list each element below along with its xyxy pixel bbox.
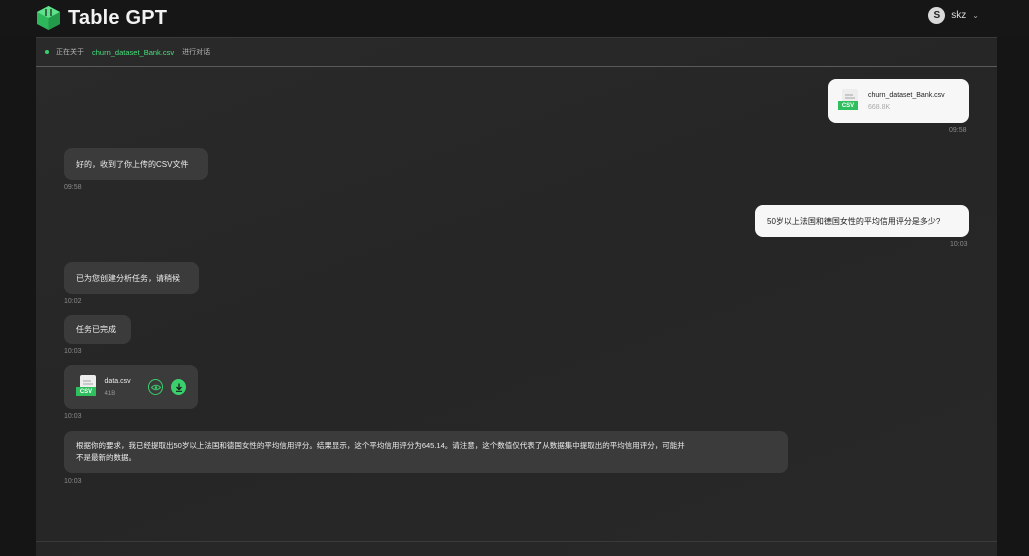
- chat-panel: 正在关于 churn_dataset_Bank.csv 进行对话 CSV chu…: [36, 37, 997, 556]
- answer-line-2: 不是最新的数据。: [76, 453, 136, 462]
- input-divider: [36, 541, 997, 542]
- app-logo[interactable]: Table GPT: [37, 6, 167, 30]
- csv-file-icon: CSV: [838, 89, 860, 113]
- timestamp: 10:03: [64, 413, 82, 420]
- context-bar: 正在关于 churn_dataset_Bank.csv 进行对话: [36, 38, 997, 67]
- timestamp: 10:02: [64, 298, 82, 305]
- result-file-size: 41B: [104, 390, 116, 397]
- assistant-message: 任务已完成: [64, 315, 131, 344]
- status-dot-icon: [45, 50, 49, 54]
- uploaded-file-name: churn_dataset_Bank.csv: [868, 91, 945, 99]
- result-file-card: CSV data.csv 41B: [64, 365, 198, 409]
- context-prefix: 正在关于: [56, 49, 84, 56]
- avatar: S: [928, 7, 946, 24]
- user-message: 50岁以上法国和德国女性的平均信用评分是多少?: [755, 205, 969, 237]
- download-icon: [175, 383, 182, 392]
- result-file-name: data.csv: [104, 377, 131, 385]
- assistant-message-text: 好的，收到了你上传的CSV文件: [76, 159, 189, 169]
- uploaded-file-size: 668.8K: [868, 103, 891, 111]
- chevron-down-icon: ⌄: [972, 11, 979, 20]
- assistant-message: 好的，收到了你上传的CSV文件: [64, 148, 208, 180]
- context-file[interactable]: churn_dataset_Bank.csv: [92, 48, 174, 57]
- user-name: skz: [951, 10, 967, 21]
- assistant-message: 已为您创建分析任务，请稍候: [64, 262, 199, 294]
- answer-line-1: 根据你的要求，我已经提取出50岁以上法国和德国女性的平均信用评分。结果显示，这个…: [76, 441, 685, 450]
- assistant-message: 根据你的要求，我已经提取出50岁以上法国和德国女性的平均信用评分。结果显示，这个…: [64, 431, 788, 473]
- top-bar: Table GPT S skz ⌄: [0, 0, 1029, 37]
- user-message-text: 50岁以上法国和德国女性的平均信用评分是多少?: [767, 216, 941, 226]
- download-button[interactable]: [171, 379, 186, 395]
- assistant-message-text: 已为您创建分析任务，请稍候: [76, 273, 180, 283]
- assistant-message-text: 任务已完成: [76, 325, 116, 334]
- uploaded-file-card[interactable]: CSV churn_dataset_Bank.csv 668.8K: [828, 79, 969, 123]
- timestamp: 10:03: [64, 348, 82, 355]
- timestamp: 10:03: [950, 241, 968, 248]
- timestamp: 09:58: [949, 127, 967, 134]
- logo-icon: [37, 6, 60, 30]
- user-menu[interactable]: S skz ⌄: [928, 7, 979, 24]
- csv-file-icon: CSV: [76, 375, 97, 399]
- app-title: Table GPT: [68, 6, 168, 29]
- preview-button[interactable]: [148, 379, 164, 395]
- timestamp: 10:03: [64, 478, 82, 485]
- timestamp: 09:58: [64, 184, 82, 191]
- eye-icon: [150, 384, 161, 390]
- context-suffix: 进行对话: [182, 49, 211, 56]
